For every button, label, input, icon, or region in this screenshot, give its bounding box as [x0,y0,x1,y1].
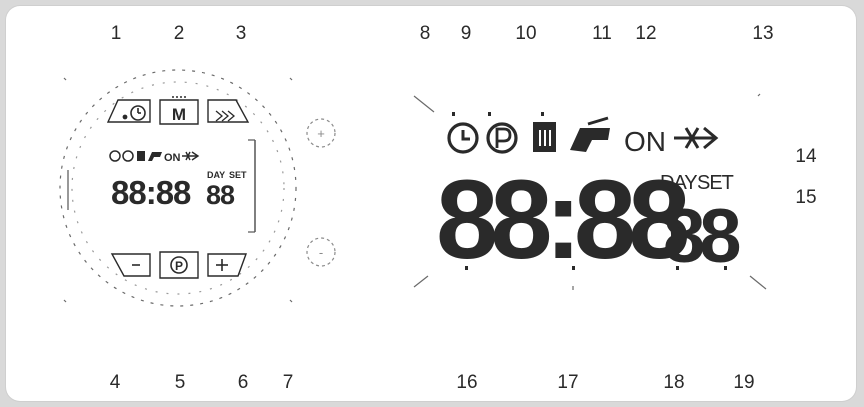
knob-minus-label: - [319,245,323,260]
small-day-label: DAY [207,170,225,180]
set-label: SET [697,172,734,194]
knob-plus[interactable]: + [306,118,336,148]
top-button-row: M [106,96,250,125]
day-label: DAY [660,172,697,194]
lcd-icon-row: ON [447,116,719,157]
program-p-icon[interactable]: P [159,251,199,279]
small-time-readout: 88:88 [111,174,191,211]
plus-icon[interactable] [207,253,247,277]
knob-minus[interactable]: - [306,237,336,267]
knob-plus-label: + [317,126,325,141]
small-on-label: ON [164,152,181,164]
flow-arrow-icon [674,126,719,150]
svg-text:M: M [172,105,186,124]
on-label: ON [624,126,666,157]
time-readout: 88:88 [436,157,687,282]
small-set-label: SET [229,170,247,180]
bin-icon [533,122,556,152]
minus-icon[interactable] [110,253,151,277]
fast-forward-icon[interactable] [207,99,250,123]
small-flow-icon [182,151,200,161]
clock-icon [447,122,479,154]
water-tap-icon [570,116,610,152]
small-tap-icon [148,152,162,161]
small-clock-icon [109,150,121,162]
p-circle-icon [486,122,518,154]
small-bin-icon [137,151,145,161]
menu-m-icon[interactable]: M [159,96,199,125]
day-readout: 88 [663,194,739,279]
bottom-button-row: P [110,251,247,279]
diagram-drawing: M ON 88:88 DAY SET 88 P + - ON 88:88 DAY… [59,69,767,307]
small-p-icon [122,150,134,162]
svg-text:P: P [175,259,183,273]
small-day-readout: 88 [206,180,235,210]
small-lcd: ON 88:88 DAY SET 88 [109,150,247,211]
